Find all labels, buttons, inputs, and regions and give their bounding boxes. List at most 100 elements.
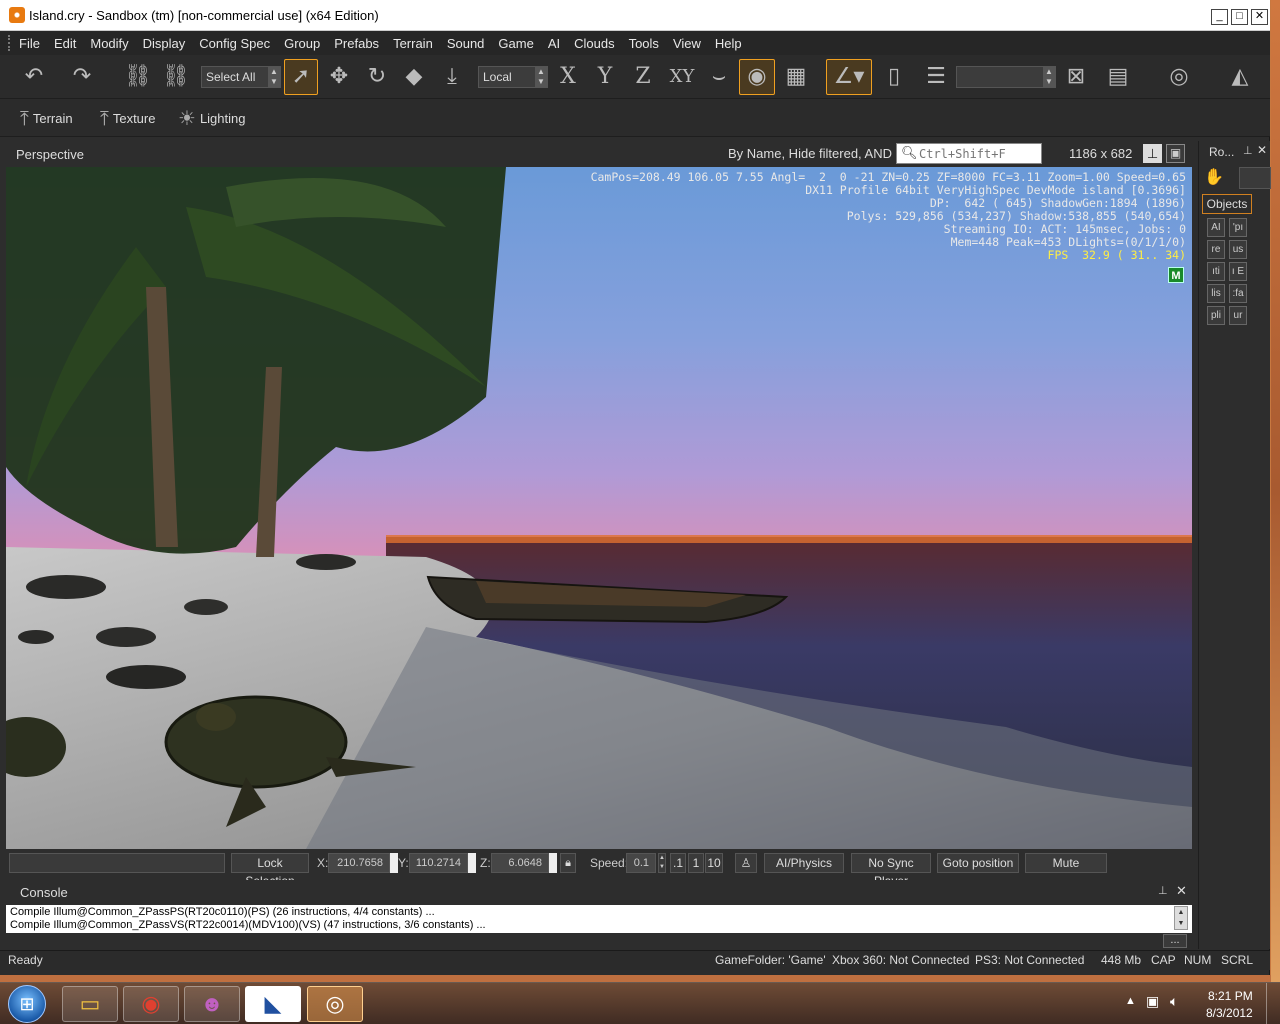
speed-field[interactable]: 0.1 xyxy=(626,853,656,873)
viewport-search-box[interactable]: 🔍︎ xyxy=(896,143,1042,164)
menu-view[interactable]: View xyxy=(673,36,701,51)
selection-name-field[interactable] xyxy=(9,853,225,873)
move-tool-icon[interactable]: ✥ xyxy=(325,63,353,91)
lock-coordinates-icon[interactable]: 🔒︎ xyxy=(560,853,576,873)
menu-ai[interactable]: AI xyxy=(548,36,560,51)
console-close-icon[interactable]: ✕ xyxy=(1176,883,1187,899)
speed-1-button[interactable]: 1 xyxy=(688,853,704,873)
object-type-button[interactable]: ı E xyxy=(1229,262,1247,281)
select-tool-icon[interactable]: ➚ xyxy=(284,59,318,95)
axis-y-button[interactable]: Y xyxy=(591,63,619,91)
object-type-button[interactable]: ıti xyxy=(1207,262,1225,281)
menu-modify[interactable]: Modify xyxy=(90,36,128,51)
console-scrollbar[interactable]: ▲ ▼ xyxy=(1174,906,1188,930)
menu-config-spec[interactable]: Config Spec xyxy=(199,36,270,51)
save-icon[interactable]: ▤ xyxy=(1104,63,1132,91)
axis-z-button[interactable]: Z xyxy=(629,63,657,91)
z-coordinate-field[interactable]: 6.0648 xyxy=(491,853,549,873)
document-taskbar-icon[interactable]: ◣ xyxy=(245,986,301,1022)
layer-list-icon[interactable]: ☰ xyxy=(922,63,950,91)
mute-button[interactable]: Mute xyxy=(1025,853,1107,873)
scale-tool-icon[interactable]: ◆ xyxy=(400,63,428,91)
menu-game[interactable]: Game xyxy=(498,36,533,51)
chrome-taskbar-icon[interactable]: ◉ xyxy=(123,986,179,1022)
menu-terrain[interactable]: Terrain xyxy=(393,36,433,51)
speed-10-button[interactable]: 10 xyxy=(705,853,723,873)
explorer-taskbar-icon[interactable]: ▭ xyxy=(62,986,118,1022)
goto-position-button[interactable]: Goto position xyxy=(937,853,1019,873)
rollup-title[interactable]: Ro... xyxy=(1209,145,1234,159)
rotate-tool-icon[interactable]: ↻ xyxy=(363,63,391,91)
objects-tab-hand-icon[interactable]: ✋ xyxy=(1203,167,1225,189)
menu-display[interactable]: Display xyxy=(143,36,186,51)
object-type-button[interactable]: us xyxy=(1229,240,1247,259)
perspective-viewport[interactable]: CamPos=208.49 106.05 7.55 Angl= 2 0 -21 … xyxy=(6,167,1192,849)
start-button[interactable]: ⊞ xyxy=(8,985,46,1023)
unlink-icon[interactable]: ⛓ xyxy=(162,63,190,91)
network-icon[interactable]: ▣ xyxy=(1146,993,1159,1010)
y-coordinate-field[interactable]: 110.2714 xyxy=(409,853,468,873)
menu-help[interactable]: Help xyxy=(715,36,742,51)
redo-icon[interactable]: ↷ xyxy=(68,63,96,91)
messenger-taskbar-icon[interactable]: ☻ xyxy=(184,986,240,1022)
axis-x-button[interactable]: X xyxy=(554,63,582,91)
clock-time[interactable]: 8:21 PM xyxy=(1208,989,1253,1003)
x-coordinate-field[interactable]: 210.7658 xyxy=(328,853,390,873)
y-spinner[interactable] xyxy=(468,853,476,873)
objects-tab[interactable]: Objects xyxy=(1202,194,1252,214)
terrain-snap-icon[interactable]: ⌣ xyxy=(705,63,733,91)
x-spinner[interactable] xyxy=(390,853,398,873)
filter-mode[interactable]: By Name, Hide filtered, AND xyxy=(728,146,892,161)
minimize-button[interactable]: _ xyxy=(1211,9,1228,25)
clock-date[interactable]: 8/3/2012 xyxy=(1206,1006,1253,1020)
axis-xy-button[interactable]: XY xyxy=(665,63,699,91)
object-type-button[interactable]: 'pı xyxy=(1229,218,1247,237)
menu-edit[interactable]: Edit xyxy=(54,36,76,51)
maximize-button[interactable]: □ xyxy=(1231,9,1248,25)
viewport-title[interactable]: Perspective xyxy=(16,147,84,162)
show-desktop-button[interactable] xyxy=(1266,983,1280,1024)
link-icon[interactable]: ⛓ xyxy=(124,63,152,91)
camera-pin-icon[interactable]: ⊥ xyxy=(1143,144,1162,163)
selection-mask-select[interactable]: Select All ▲ ▼ xyxy=(201,66,281,88)
object-type-button[interactable]: ur xyxy=(1229,306,1247,325)
ai-physics-button[interactable]: AI/Physics xyxy=(764,853,844,873)
menu-file[interactable]: File xyxy=(19,36,40,51)
no-sync-player-button[interactable]: No Sync Player xyxy=(851,853,931,888)
layer-select[interactable]: ▲ ▼ xyxy=(956,66,1056,88)
speed-point1-button[interactable]: .1 xyxy=(670,853,686,873)
rollup-close-icon[interactable]: ✕ xyxy=(1257,143,1267,157)
undo-icon[interactable]: ↶ xyxy=(20,63,48,91)
follow-terrain-icon[interactable]: ◉ xyxy=(739,59,775,95)
terrain-collision-icon[interactable]: ♙ xyxy=(735,853,757,873)
rollup-tab-2[interactable] xyxy=(1239,167,1271,189)
maximize-viewport-icon[interactable]: ▣ xyxy=(1166,144,1185,163)
clear-filter-icon[interactable]: ⊠ xyxy=(1062,63,1090,91)
grid-snap-icon[interactable]: ▦ xyxy=(782,63,810,91)
menu-group[interactable]: Group xyxy=(284,36,320,51)
angle-snap-icon[interactable]: ∠▾ xyxy=(826,59,872,95)
texture-button[interactable]: ⤒ Texture xyxy=(100,103,155,133)
speed-spinner-icon[interactable]: ▲ ▼ xyxy=(658,853,666,873)
lighting-button[interactable]: ☀ Lighting xyxy=(178,103,245,133)
place-tool-icon[interactable]: ⤓ xyxy=(438,63,466,91)
menubar-grip[interactable] xyxy=(8,35,11,51)
menu-prefabs[interactable]: Prefabs xyxy=(334,36,379,51)
ruler-icon[interactable]: ▯ xyxy=(880,63,908,91)
object-type-button[interactable]: lis xyxy=(1207,284,1225,303)
object-type-button[interactable]: :fa xyxy=(1229,284,1247,303)
viewport-search-input[interactable] xyxy=(919,145,1037,162)
console-more-button[interactable]: ... xyxy=(1163,934,1187,948)
physics-ball-icon[interactable]: ◎ xyxy=(1165,63,1193,91)
rollup-pin-icon[interactable]: ⊥ xyxy=(1243,144,1253,157)
menu-sound[interactable]: Sound xyxy=(447,36,485,51)
console-output[interactable]: Compile Illum@Common_ZPassPS(RT20c0110)(… xyxy=(6,905,1192,933)
game-mode-icon[interactable]: ◭ xyxy=(1226,63,1254,91)
lock-selection-button[interactable]: Lock Selection xyxy=(231,853,309,888)
object-type-button[interactable]: AI xyxy=(1207,218,1225,237)
console-pin-icon[interactable]: ⊥ xyxy=(1158,884,1168,897)
show-hidden-icons-icon[interactable]: ▲ xyxy=(1125,995,1136,1007)
z-spinner[interactable] xyxy=(549,853,557,873)
close-button[interactable]: ✕ xyxy=(1251,9,1268,25)
menu-clouds[interactable]: Clouds xyxy=(574,36,614,51)
